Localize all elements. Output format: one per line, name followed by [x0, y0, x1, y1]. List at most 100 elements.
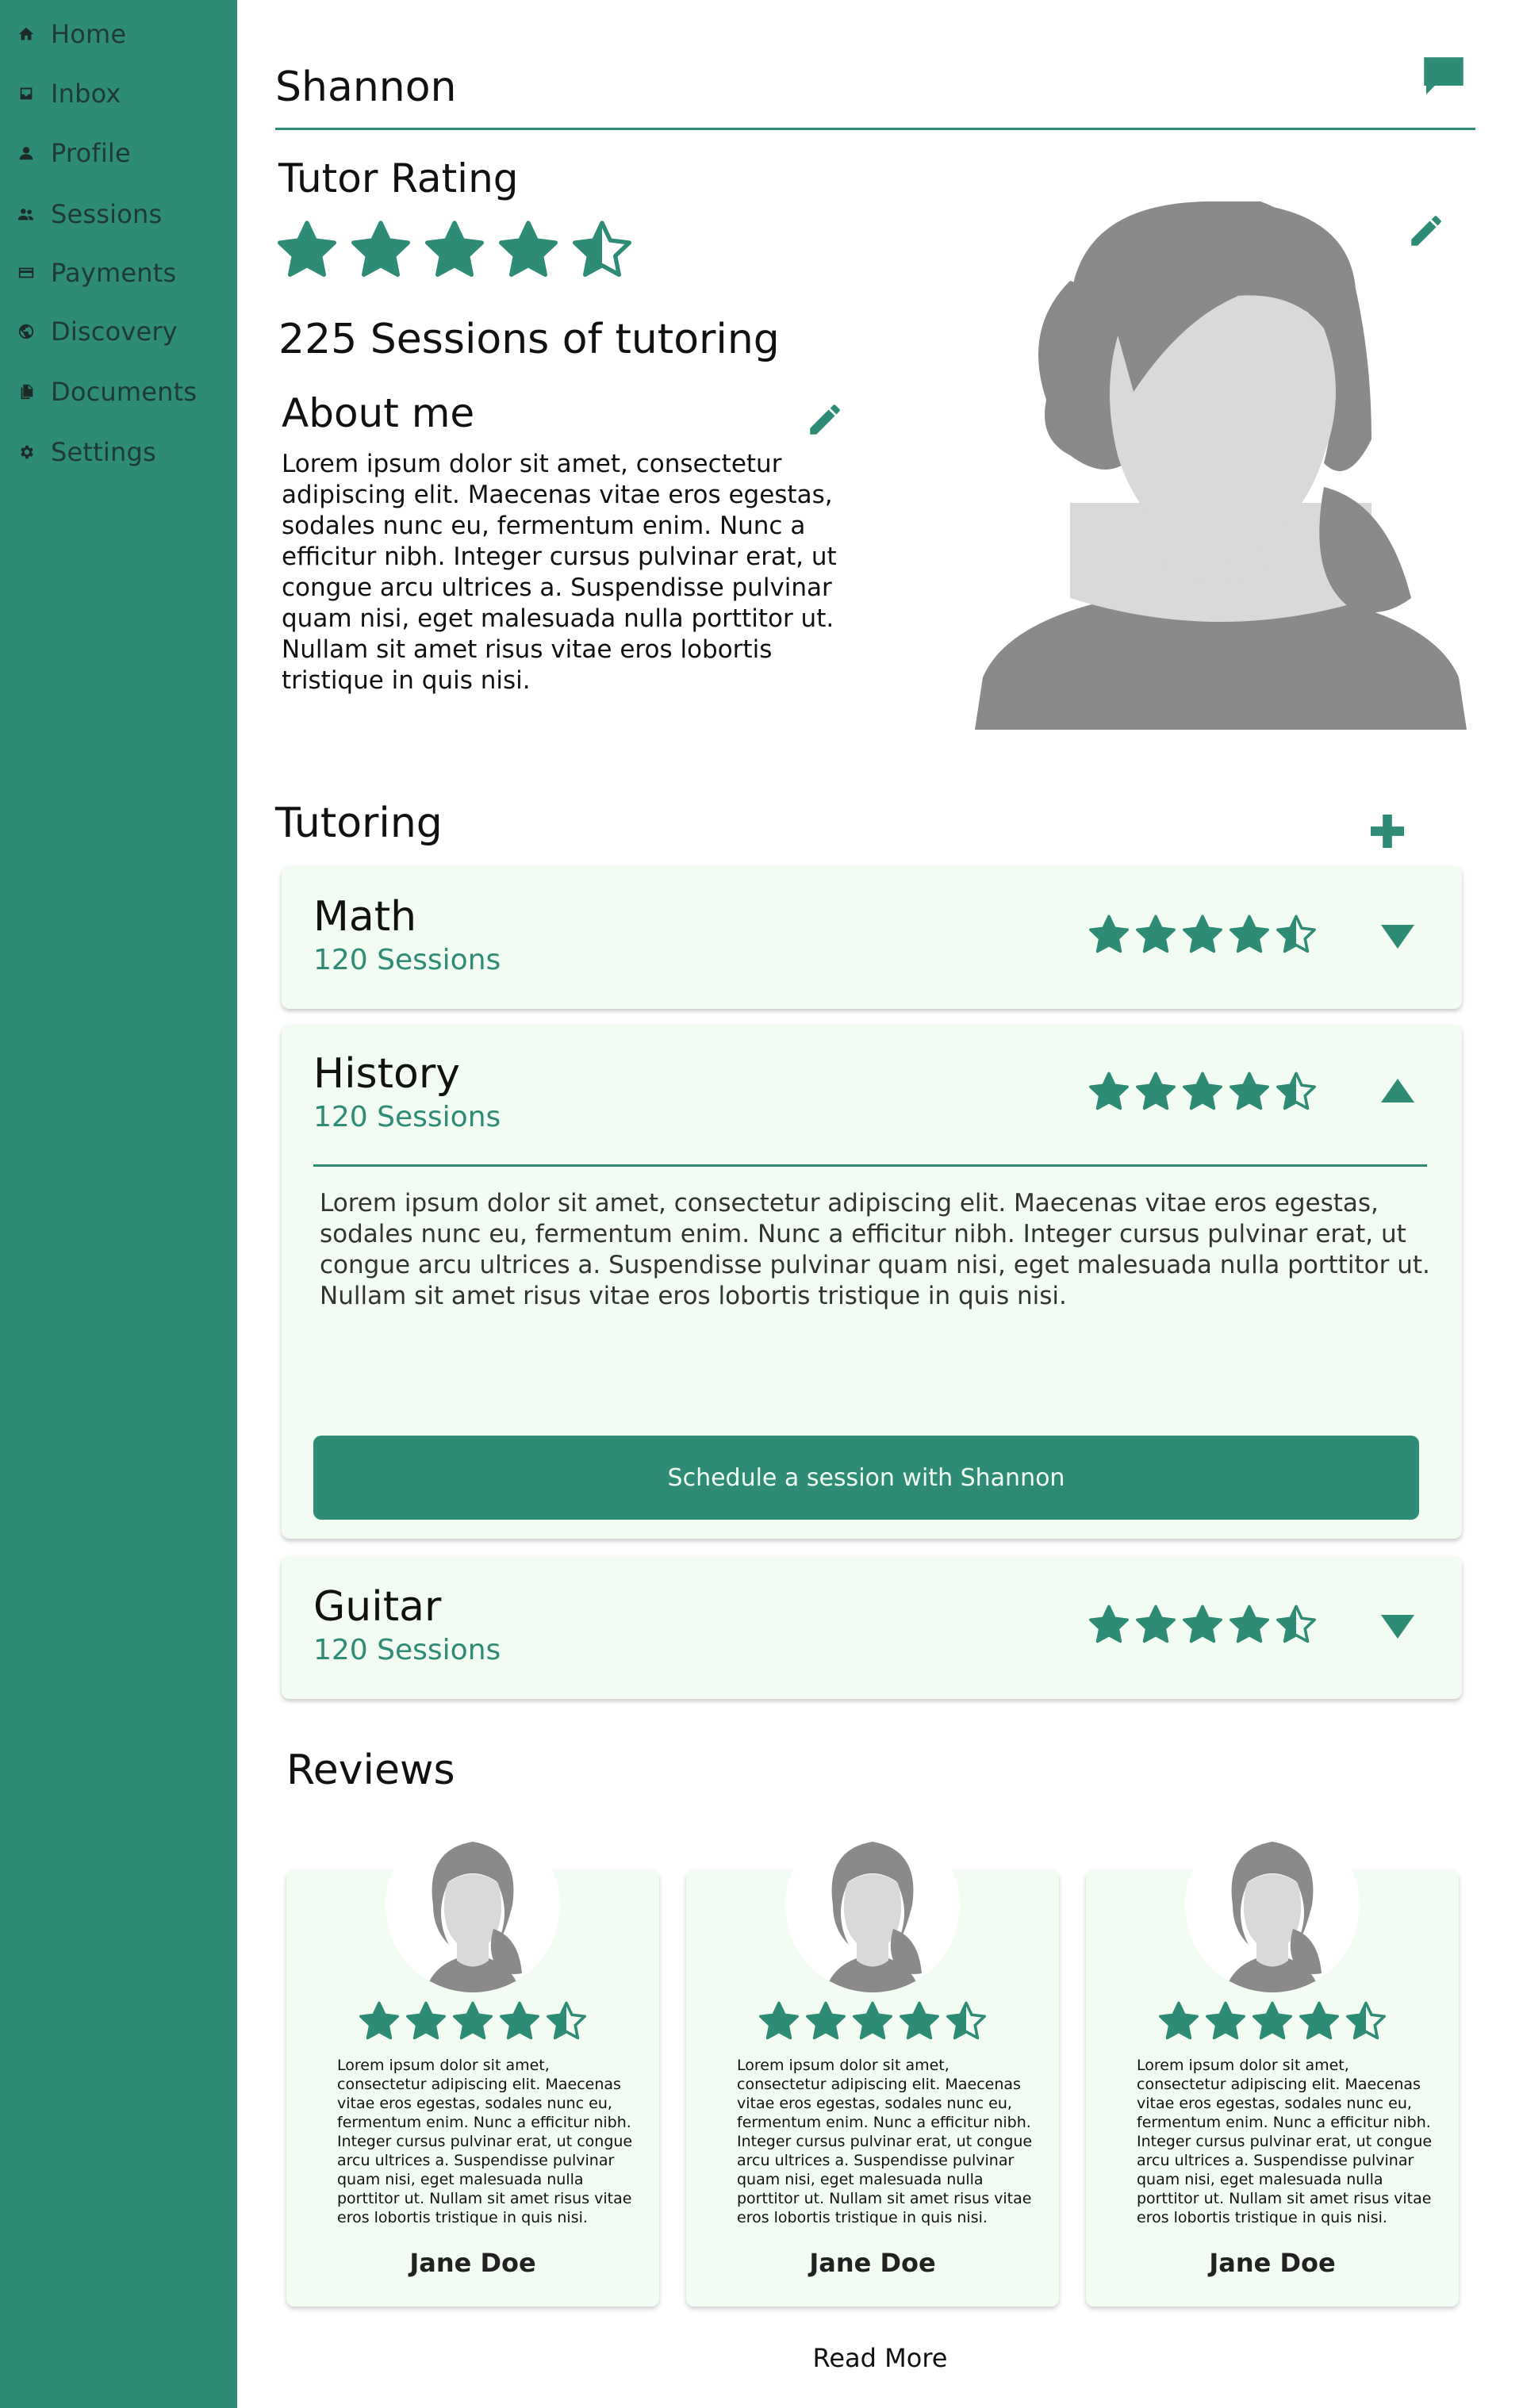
- star-half-icon: [573, 220, 631, 278]
- subject-rating-stars: [1088, 1071, 1318, 1114]
- plus-icon: [1371, 815, 1404, 848]
- reviewer-name: Jane Doe: [1209, 2248, 1336, 2278]
- subject-card-history: History 120 Sessions Lorem ipsum dolor s…: [282, 1025, 1462, 1539]
- star-full-icon: [1299, 2001, 1339, 2040]
- about-me-text: Lorem ipsum dolor sit amet, consectetur …: [282, 450, 837, 695]
- star-full-icon: [406, 2001, 446, 2040]
- sidebar-item-label: Payments: [51, 258, 177, 288]
- tutor-name: Shannon: [275, 63, 457, 111]
- review-card: Lorem ipsum dolor sit amet, consectetur …: [686, 1818, 1059, 2306]
- sidebar-item-profile[interactable]: Profile: [14, 129, 131, 177]
- sidebar-item-label: Documents: [51, 377, 198, 407]
- sidebar-item-sessions[interactable]: Sessions: [14, 190, 162, 238]
- expand-button[interactable]: [1379, 918, 1416, 955]
- star-full-icon: [351, 220, 410, 278]
- subject-rating-stars: [1088, 914, 1318, 957]
- star-full-icon: [1183, 1605, 1222, 1643]
- sidebar-item-inbox[interactable]: Inbox: [14, 70, 121, 117]
- star-full-icon: [1089, 1605, 1129, 1643]
- chat-button[interactable]: [1418, 51, 1470, 103]
- star-half-icon: [946, 2001, 986, 2040]
- sidebar-item-label: Settings: [51, 437, 156, 467]
- star-full-icon: [359, 2001, 399, 2040]
- review-card: Lorem ipsum dolor sit amet, consectetur …: [286, 1818, 659, 2306]
- star-half-icon: [1276, 915, 1316, 953]
- subject-name: Guitar: [313, 1583, 442, 1631]
- subject-divider: [313, 1164, 1427, 1167]
- star-full-icon: [900, 2001, 939, 2040]
- tutor-rating-title: Tutor Rating: [278, 155, 519, 201]
- review-rating-stars: [758, 2000, 988, 2043]
- tutoring-title: Tutoring: [275, 799, 443, 847]
- star-full-icon: [499, 220, 558, 278]
- reviews-title: Reviews: [286, 1747, 455, 1794]
- main-content: Shannon Tutor Rating 225 Sessions of tut…: [237, 0, 1523, 2408]
- sidebar-item-label: Home: [51, 19, 127, 49]
- schedule-session-button[interactable]: Schedule a session with Shannon: [313, 1436, 1419, 1520]
- subject-name: History: [313, 1050, 460, 1098]
- star-full-icon: [500, 2001, 539, 2040]
- subject-name: Math: [313, 893, 417, 941]
- sidebar-item-payments[interactable]: Payments: [14, 249, 176, 297]
- star-full-icon: [1159, 2001, 1199, 2040]
- chat-icon: [1424, 57, 1464, 94]
- star-full-icon: [1230, 1605, 1269, 1643]
- triangle-down-icon: [1381, 925, 1414, 949]
- edit-about-button[interactable]: [805, 400, 845, 439]
- star-full-icon: [1230, 915, 1269, 953]
- tutor-rating-stars: [275, 219, 634, 282]
- star-full-icon: [278, 220, 337, 278]
- star-full-icon: [853, 2001, 892, 2040]
- expand-button[interactable]: [1379, 1609, 1416, 1645]
- sidebar-item-label: Discovery: [51, 316, 178, 347]
- read-more-link[interactable]: Read More: [237, 2343, 1523, 2373]
- pencil-icon: [1411, 216, 1441, 246]
- review-rating-stars: [1157, 2000, 1387, 2043]
- sidebar-item-label: Inbox: [51, 79, 121, 109]
- review-card: Lorem ipsum dolor sit amet, consectetur …: [1086, 1818, 1459, 2306]
- sessions-count: 225 Sessions of tutoring: [278, 316, 780, 363]
- star-full-icon: [1183, 1072, 1222, 1110]
- reviewer-avatar: [1185, 1818, 1360, 1992]
- star-full-icon: [1206, 2001, 1245, 2040]
- triangle-up-icon: [1381, 1079, 1414, 1102]
- collapse-button[interactable]: [1379, 1072, 1416, 1109]
- star-full-icon: [806, 2001, 846, 2040]
- reviewer-avatar: [386, 1818, 560, 1992]
- subject-card-math[interactable]: Math 120 Sessions: [282, 866, 1462, 1009]
- sidebar-item-label: Profile: [51, 138, 131, 168]
- add-subject-button[interactable]: [1365, 809, 1410, 853]
- star-full-icon: [425, 220, 484, 278]
- sidebar-item-settings[interactable]: Settings: [14, 428, 156, 476]
- star-half-icon: [547, 2001, 586, 2040]
- credit-card-icon: [14, 261, 38, 285]
- edit-avatar-button[interactable]: [1406, 211, 1446, 251]
- home-icon: [14, 22, 38, 46]
- star-full-icon: [1230, 1072, 1269, 1110]
- star-full-icon: [453, 2001, 493, 2040]
- subject-card-guitar[interactable]: Guitar 120 Sessions: [282, 1556, 1462, 1699]
- subject-sessions: 120 Sessions: [313, 1634, 501, 1666]
- star-full-icon: [1136, 1072, 1176, 1110]
- review-text: Lorem ipsum dolor sit amet, consectetur …: [337, 2057, 633, 2226]
- subject-sessions: 120 Sessions: [313, 1101, 501, 1133]
- globe-icon: [14, 320, 38, 343]
- star-full-icon: [1089, 1072, 1129, 1110]
- reviewer-name: Jane Doe: [409, 2248, 536, 2278]
- sidebar-item-documents[interactable]: Documents: [14, 368, 197, 416]
- star-full-icon: [1136, 915, 1176, 953]
- reviewer-avatar: [785, 1818, 960, 1992]
- about-me-title: About me: [282, 390, 475, 436]
- sidebar-item-label: Sessions: [51, 199, 163, 229]
- person-icon: [14, 141, 38, 165]
- star-full-icon: [1183, 915, 1222, 953]
- triangle-down-icon: [1381, 1615, 1414, 1639]
- subject-description: Lorem ipsum dolor sit amet, consectetur …: [320, 1189, 1430, 1310]
- sidebar-item-home[interactable]: Home: [14, 10, 126, 58]
- sidebar-item-discovery[interactable]: Discovery: [14, 308, 178, 355]
- review-rating-stars: [358, 2000, 588, 2043]
- subject-rating-stars: [1088, 1604, 1318, 1647]
- star-half-icon: [1276, 1605, 1316, 1643]
- subject-sessions: 120 Sessions: [313, 944, 501, 976]
- star-full-icon: [1253, 2001, 1292, 2040]
